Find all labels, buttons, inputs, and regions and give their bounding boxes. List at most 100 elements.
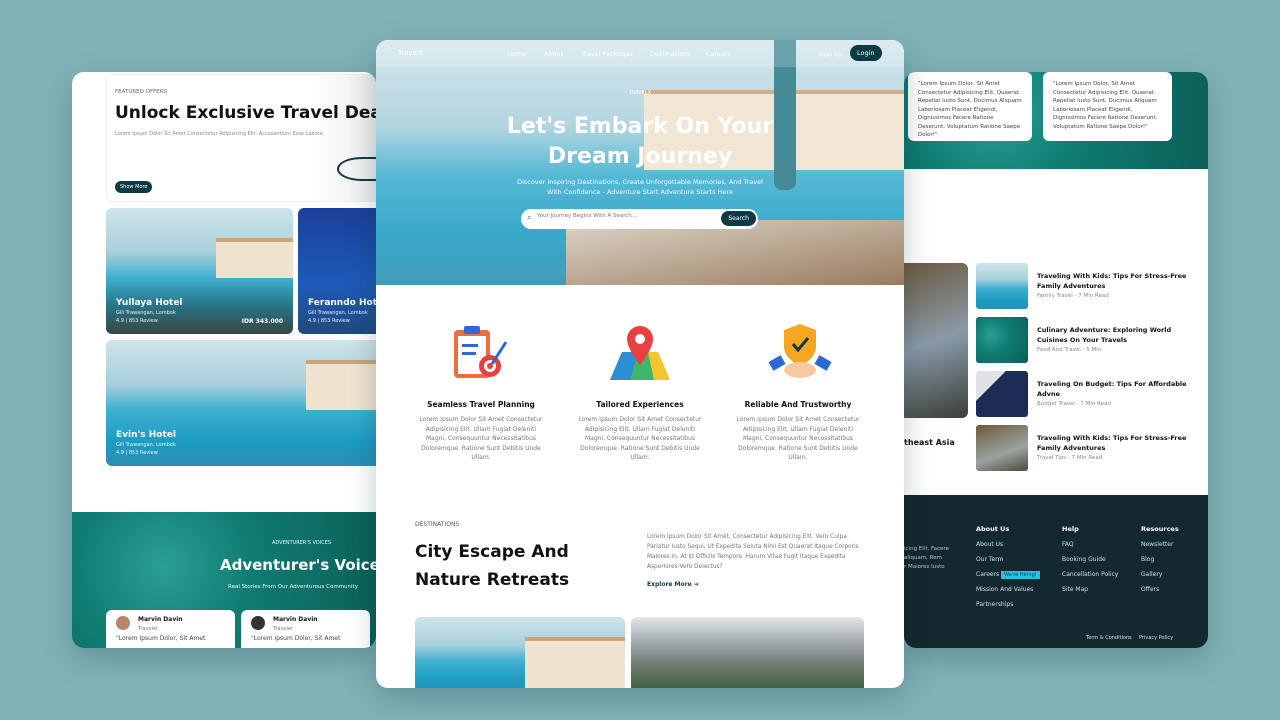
reviewer-name: Marvin Davin	[273, 616, 318, 623]
hotel-name: Yullaya Hotel	[116, 298, 183, 308]
footer-link[interactable]: Site Map	[1062, 586, 1118, 593]
blog-meta: Family Travel - 7 Min Read	[1037, 293, 1109, 299]
destination-card[interactable]	[415, 617, 625, 688]
nav-home[interactable]: Home	[507, 50, 526, 58]
left-preview-panel: FEATURED OFFERS Unlock Exclusive Travel …	[72, 72, 376, 648]
footer-link[interactable]: About Us	[976, 541, 1040, 548]
feature-card: Seamless Travel Planning Lorem Ipsum Dolo…	[416, 400, 546, 463]
search-bar: ⌕ Search	[521, 209, 758, 229]
footer-link[interactable]: Mission And Values	[976, 586, 1040, 593]
footer-link[interactable]: Offers	[1141, 586, 1179, 593]
blog-title: Traveling With Kids: Tips For Stress-Fre…	[1037, 272, 1187, 290]
destination-card[interactable]	[631, 617, 864, 688]
hotel-card[interactable]: Evin's Hotel Gili Trawangan, Lombok 4.9 …	[106, 340, 376, 466]
hiring-badge: We're Hiring!	[1001, 571, 1040, 579]
blog-item[interactable]: Traveling With Kids: Tips For Stress-Fre…	[976, 425, 1206, 471]
feature-text: Lorem Ipsum Dolor Sit Amet Consectetur A…	[736, 416, 860, 461]
right-preview-panel: "Lorem Ipsum Dolor, Sit Amet Consectetur…	[904, 72, 1208, 648]
privacy-link[interactable]: Privacy Policy	[1139, 635, 1173, 641]
footer-link[interactable]: Careers	[976, 571, 999, 578]
footer-link[interactable]: Partnerships	[976, 601, 1040, 608]
hotel-rating: 4.9 | 853 Review	[308, 318, 350, 324]
review-text: "Lorem Ipsum Dolor, Sit Amet	[116, 635, 206, 642]
terms-link[interactable]: Term & Conditions	[1086, 635, 1132, 641]
footer-link[interactable]: Cancellation Policy	[1062, 571, 1118, 578]
voices-eyebrow: ADVENTURER'S VOICES	[272, 540, 332, 546]
airplane-icon	[337, 157, 376, 181]
blog-title: Culinary Adventure: Exploring World Cuis…	[1037, 326, 1172, 344]
hotel-name: Evin's Hotel	[116, 430, 176, 440]
show-more-button[interactable]: Show More	[115, 181, 153, 193]
blog-meta: Budget Travel - 7 Min Read	[1037, 401, 1111, 407]
featured-blog-image[interactable]	[904, 263, 968, 418]
footer: icing Elit. Facere aliquam, Rem r Maiores …	[904, 495, 1208, 648]
nav-careers[interactable]: Careers	[706, 50, 731, 58]
destinations-title: City Escape And Nature Retreats	[415, 542, 570, 590]
blog-thumbnail	[976, 317, 1028, 363]
nav-travel-packages[interactable]: Travel Packages	[581, 50, 633, 58]
footer-link[interactable]: FAQ	[1062, 541, 1118, 548]
testimonial-card: "Lorem Ipsum Dolor, Sit Amet Consectetur…	[1043, 72, 1172, 141]
login-button[interactable]: Login	[850, 45, 882, 61]
footer-col-resources: Resources Newsletter Blog Gallery Offers	[1141, 525, 1179, 593]
footer-about-text: icing Elit. Facere aliquam, Rem r Maiores …	[904, 546, 949, 570]
footer-link[interactable]: Booking Guide	[1062, 556, 1118, 563]
feature-card: Reliable And Trustworthy Lorem Ipsum Dolo…	[733, 400, 863, 463]
clipboard-target-icon	[454, 326, 508, 378]
main-preview-panel: TravelX Home About Travel Packages Desti…	[376, 40, 904, 688]
nav-destinations[interactable]: Destinations	[650, 50, 691, 58]
hero-title: Let's Embark On Your Dream Journey	[506, 114, 774, 169]
hotel-location: Gili Trawangan, Lombok	[116, 310, 176, 316]
blog-item[interactable]: Traveling On Budget: Tips For Affordable…	[976, 371, 1206, 417]
map-pin-icon	[610, 326, 670, 380]
featured-blog-caption: theast Asia	[904, 438, 955, 447]
hotel-name: Feranndo Hotel	[308, 298, 376, 308]
nav-about[interactable]: About	[544, 50, 563, 58]
footer-col-about: About Us About Us Our Term Careers We're…	[976, 525, 1040, 616]
destinations-eyebrow: DESTINATIONS	[415, 521, 460, 528]
hotel-rating: 4.9 | 853 Review	[116, 450, 158, 456]
reviewer-name: Marvin Davin	[138, 616, 183, 623]
feature-card: Tailored Experiences Lorem Ipsum Dolor Si…	[575, 400, 705, 463]
feature-title: Reliable And Trustworthy	[744, 400, 852, 409]
hotel-card[interactable]: Yullaya Hotel Gili Trawangan, Lombok 4.9…	[106, 208, 293, 334]
featured-title: Unlock Exclusive Travel Deals	[115, 103, 376, 123]
footer-link[interactable]: Our Term	[976, 556, 1040, 563]
navbar: TravelX Home About Travel Packages Desti…	[376, 40, 904, 67]
hotel-card[interactable]: Feranndo Hotel Gili Trawangan, Lombok 4.…	[298, 208, 376, 334]
footer-link[interactable]: Gallery	[1141, 571, 1179, 578]
hero-eyebrow: TRAVELX	[628, 90, 652, 96]
feature-title: Seamless Travel Planning	[427, 400, 535, 409]
featured-text: Lorem Ipsum Dolor Sit Amet Consectetur A…	[115, 131, 325, 137]
signup-link[interactable]: Sign Up	[818, 50, 843, 58]
blog-thumbnail	[976, 263, 1028, 309]
search-button[interactable]: Search	[721, 211, 756, 226]
reviewer-role: Traveler	[138, 626, 158, 632]
arrow-right-icon: ➔	[693, 581, 699, 588]
footer-link[interactable]: Newsletter	[1141, 541, 1179, 548]
search-input[interactable]	[537, 213, 717, 219]
blog-title: Traveling With Kids: Tips For Stress-Fre…	[1037, 434, 1187, 452]
blog-thumbnail	[976, 425, 1028, 471]
logo[interactable]: TravelX	[398, 49, 424, 57]
feature-text: Lorem Ipsum Dolor Sit Amet Consectetur A…	[419, 416, 543, 461]
blog-item[interactable]: Culinary Adventure: Exploring World Cuis…	[976, 317, 1206, 363]
explore-more-link[interactable]: Explore More ➔	[647, 581, 699, 588]
destinations-text: Lorem Ipsum Dolor Sit Amet, Consectetur …	[647, 534, 859, 570]
handshake-shield-icon	[768, 324, 832, 378]
voices-title: Adventurer's Voices	[220, 556, 376, 574]
footer-col-help: Help FAQ Booking Guide Cancellation Poli…	[1062, 525, 1119, 593]
voices-section: ADVENTURER'S VOICES Adventurer's Voices …	[72, 512, 376, 648]
blog-thumbnail	[976, 371, 1028, 417]
blog-meta: Travel Tips - 7 Min Read	[1037, 455, 1103, 461]
testimonial-card: Marvin Davin Traveler "Lorem Ipsum Dolor…	[106, 610, 235, 648]
testimonials-section: "Lorem Ipsum Dolor, Sit Amet Consectetur…	[904, 72, 1208, 169]
blog-meta: Food And Travel - 5 Min	[1037, 347, 1102, 353]
footer-link[interactable]: Blog	[1141, 556, 1179, 563]
search-icon: ⌕	[527, 213, 532, 222]
feature-text: Lorem Ipsum Dolor Sit Amet Consectetur A…	[578, 416, 702, 461]
avatar	[116, 616, 130, 630]
blog-item[interactable]: Traveling With Kids: Tips For Stress-Fre…	[976, 263, 1206, 309]
featured-eyebrow: FEATURED OFFERS	[115, 89, 168, 95]
testimonial-card: "Lorem Ipsum Dolor, Sit Amet Consectetur…	[908, 72, 1032, 141]
